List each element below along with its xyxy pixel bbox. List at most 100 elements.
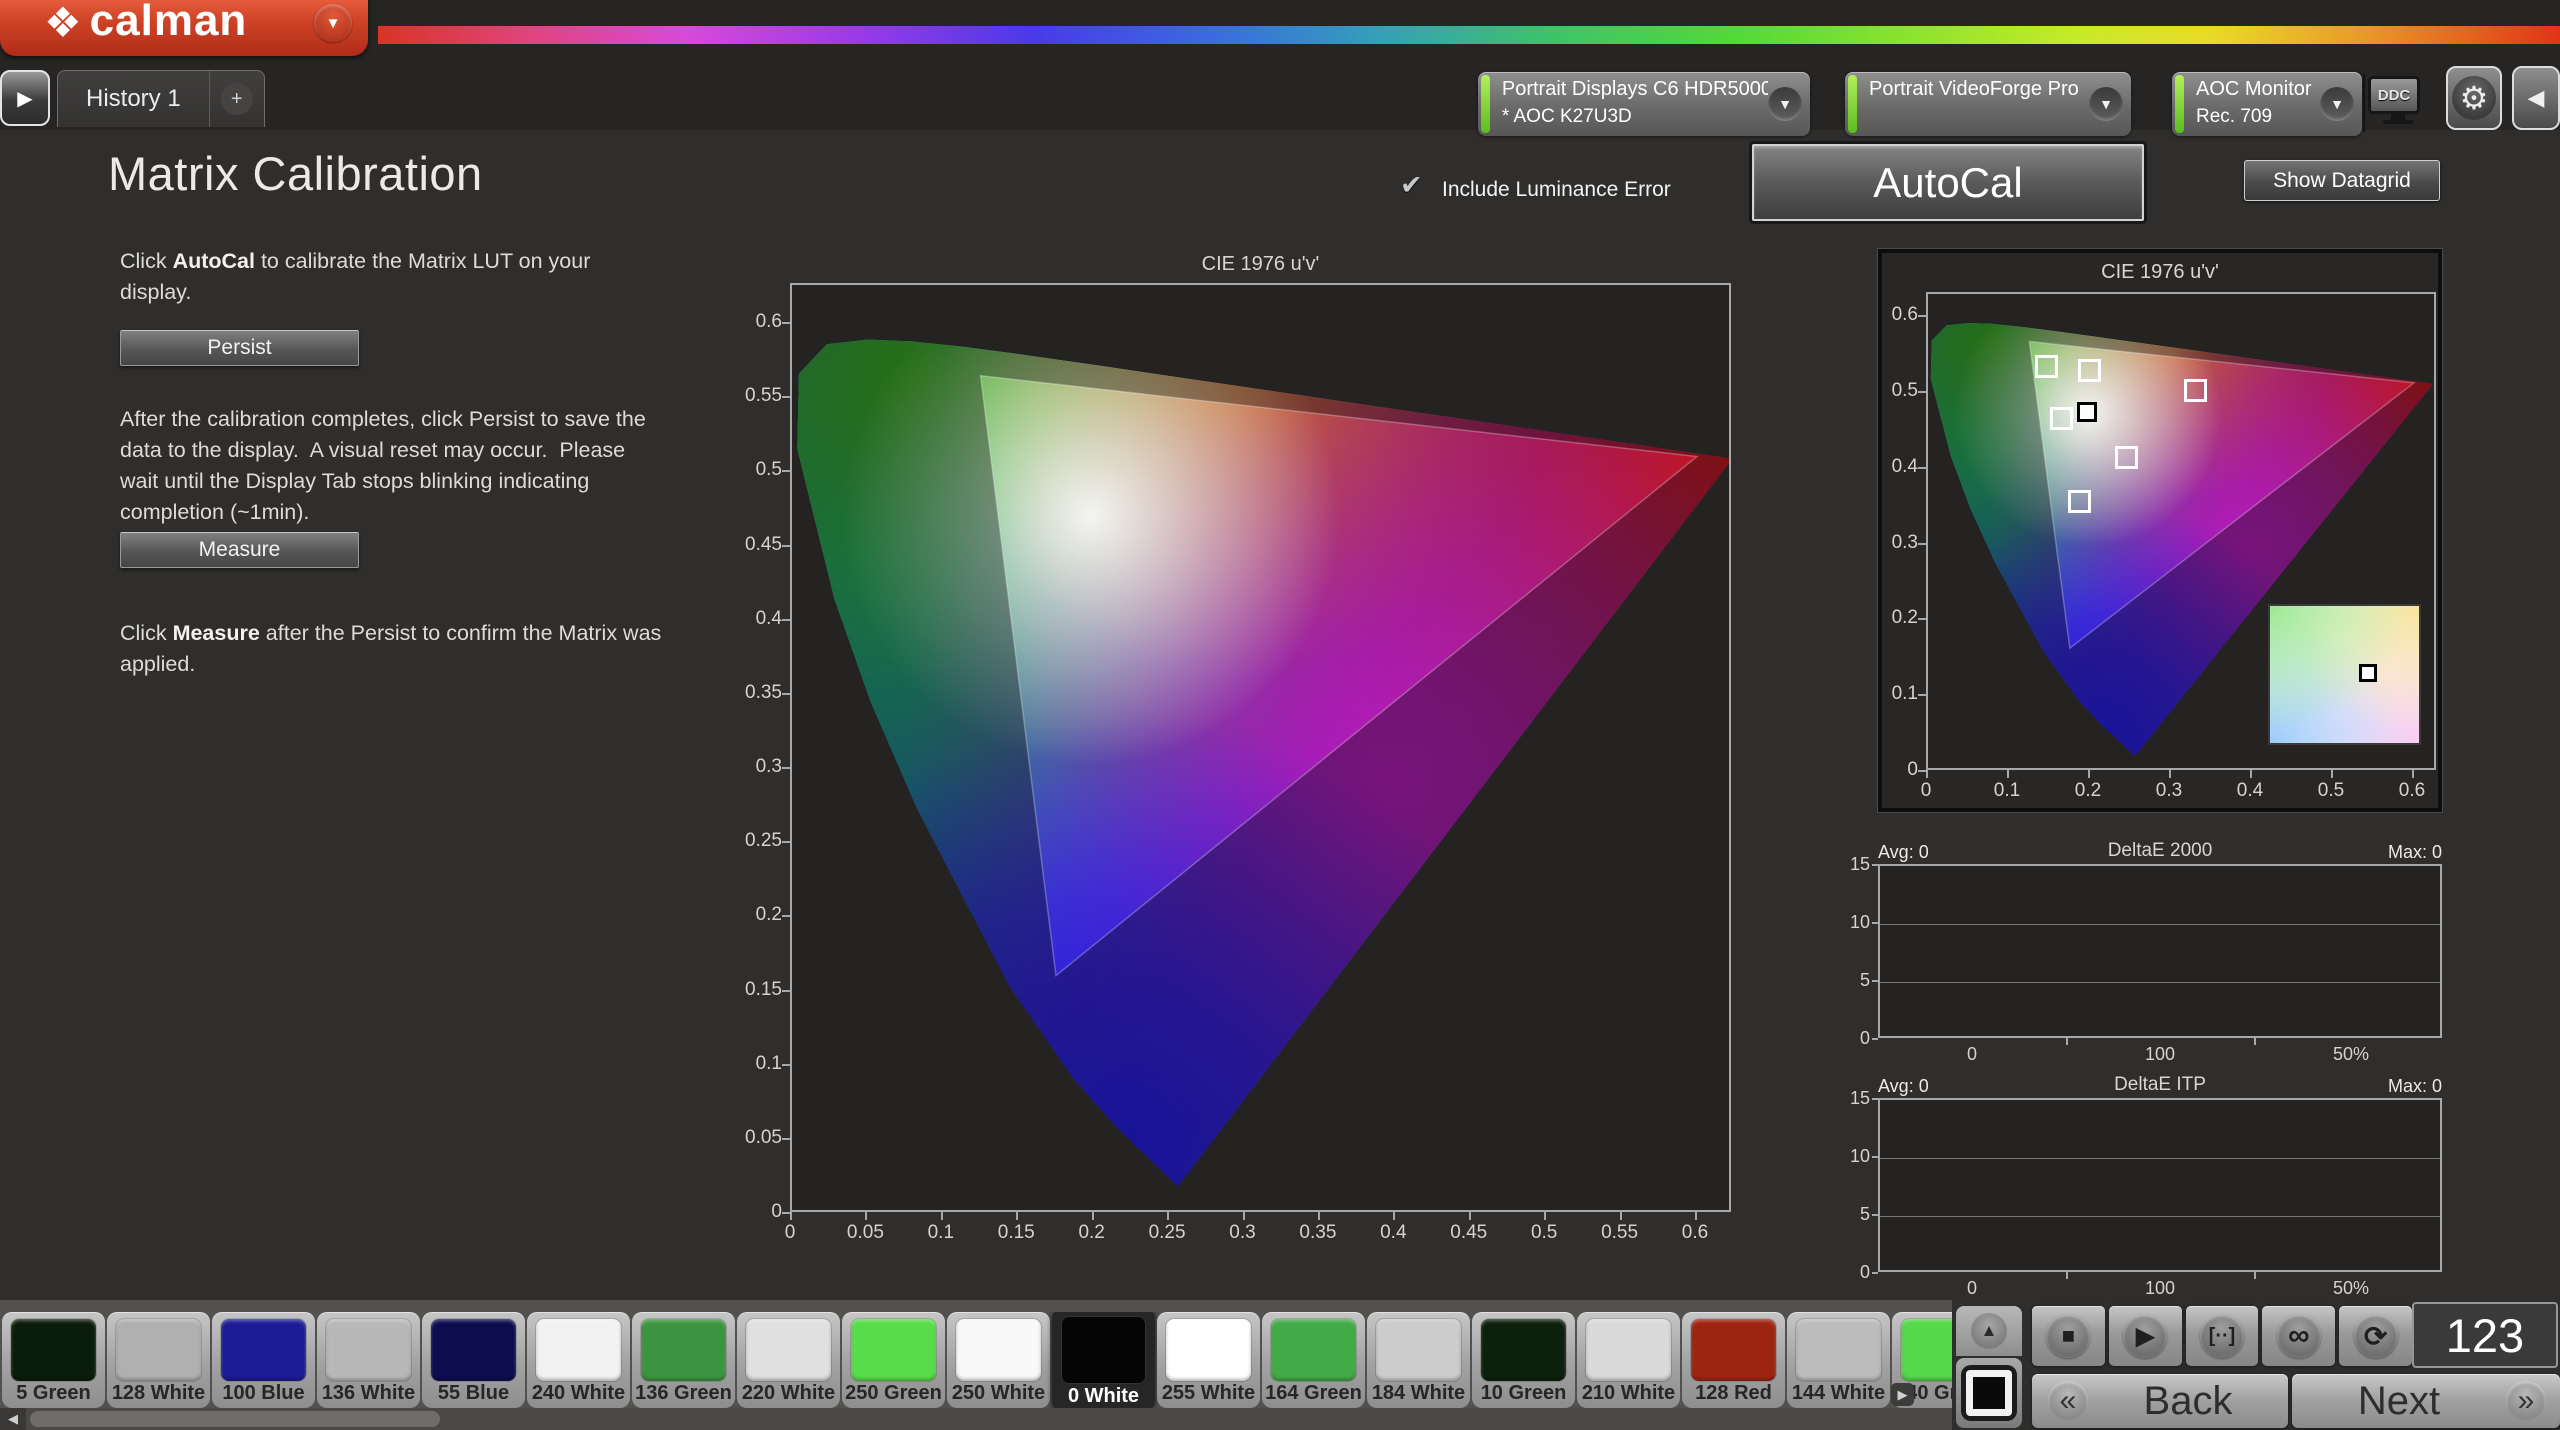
pattern-color-chip <box>221 1319 306 1381</box>
divider <box>2363 74 2365 132</box>
pattern-window-button[interactable] <box>1956 1358 2022 1428</box>
x-tick-label: 0.2 <box>1078 1222 1105 1243</box>
back-button[interactable]: « Back <box>2032 1374 2288 1428</box>
gear-icon: ⚙ <box>2452 76 2496 120</box>
autocal-button[interactable]: AutoCal <box>1752 144 2144 221</box>
y-tick-label: 0.4 <box>1891 455 1918 477</box>
pattern-label: 240 White <box>531 1382 626 1404</box>
pattern-tile[interactable]: 5 Green <box>2 1312 105 1408</box>
play-button-icon: ▶ <box>2123 1314 2168 1358</box>
y-tick-label: 0.15 <box>745 978 782 1000</box>
y-tick-label: 0.05 <box>745 1126 782 1148</box>
y-tick-label: 0.3 <box>755 756 782 777</box>
deltae-itp-panel <box>1878 1098 2442 1272</box>
persist-button[interactable]: Persist <box>120 330 359 366</box>
calman-window: ❖ calman ▼ ▶ History 1 + Portrait Displa… <box>0 0 2560 1430</box>
show-datagrid-button[interactable]: Show Datagrid <box>2244 160 2440 201</box>
meter-dropdown[interactable]: Portrait Displays C6 HDR5000 * AOC K27U3D… <box>1478 72 1810 136</box>
x-tick-label: 0 <box>1966 1278 1977 1298</box>
x-tick-label: 0.35 <box>1299 1222 1337 1243</box>
pattern-label: 164 Green <box>1265 1382 1362 1404</box>
pattern-tile[interactable]: 184 White <box>1367 1312 1470 1408</box>
pattern-label: 250 Green <box>845 1382 942 1404</box>
scroll-left-arrow-icon[interactable]: ◀ <box>0 1408 26 1430</box>
continuous-button[interactable]: ∞ <box>2262 1306 2336 1366</box>
expand-sidebar-button[interactable]: ▶ <box>0 70 50 126</box>
next-button[interactable]: Next » <box>2292 1374 2560 1428</box>
pattern-tile[interactable]: 136 Green <box>632 1312 735 1408</box>
chevron-left-icon: ◀ <box>2527 85 2545 110</box>
play-button[interactable]: ▶ <box>2108 1306 2182 1366</box>
tab-history-1[interactable]: History 1 + <box>57 70 265 127</box>
pattern-color-chip <box>1376 1319 1461 1381</box>
continuous-button-icon: ∞ <box>2276 1314 2321 1358</box>
pattern-color-chip <box>956 1319 1041 1381</box>
main-cie-chart <box>790 283 1733 1212</box>
pattern-tile[interactable]: 250 White <box>947 1312 1050 1408</box>
step-range-button-icon: [··] <box>2199 1314 2244 1358</box>
whitepoint-inset <box>2268 604 2421 745</box>
chevrons-left-icon: « <box>2048 1381 2088 1421</box>
calman-menu-chevron-icon[interactable]: ▼ <box>314 4 352 42</box>
stop-button[interactable]: ■ <box>2032 1306 2105 1366</box>
pattern-tile[interactable]: 164 Green <box>1262 1312 1365 1408</box>
pattern-tile[interactable]: 136 White <box>317 1312 420 1408</box>
add-tab-button[interactable]: + <box>208 71 264 127</box>
horizontal-scrollbar[interactable]: ◀ <box>0 1408 1952 1430</box>
collapse-panel-button[interactable]: ◀ <box>2512 66 2560 130</box>
pattern-panel-expand-button[interactable]: ▲ <box>1956 1306 2022 1356</box>
pattern-tile[interactable]: 220 White <box>737 1312 840 1408</box>
target-marker <box>2078 358 2102 382</box>
pattern-color-chip <box>1691 1319 1776 1381</box>
calman-menu-button[interactable]: ❖ calman ▼ <box>0 0 368 56</box>
pattern-tile[interactable]: 55 Blue <box>422 1312 525 1408</box>
pattern-tile[interactable]: 255 White <box>1157 1312 1260 1408</box>
x-tick-label: 0 <box>1966 1044 1977 1064</box>
calman-logo-text: calman <box>89 0 248 45</box>
pattern-tile[interactable]: 10 Green <box>1472 1312 1575 1408</box>
pattern-tile[interactable]: 144 White <box>1787 1312 1890 1408</box>
settings-button[interactable]: ⚙ <box>2446 66 2502 130</box>
source-dropdown[interactable]: Portrait VideoForge Pro ▼ <box>1845 72 2131 136</box>
pattern-tile[interactable]: 128 White <box>107 1312 210 1408</box>
x-tick-label: 0 <box>1920 780 1932 801</box>
pattern-label: 250 White <box>951 1382 1046 1404</box>
pattern-label: 128 Red <box>1695 1382 1772 1404</box>
x-tick-label: 100 <box>2144 1044 2176 1064</box>
y-tick-label: 0 <box>1907 759 1918 780</box>
swatch-scroll-right-button[interactable]: ▶ <box>1891 1383 1914 1406</box>
y-tick-label: 0.3 <box>1891 531 1918 553</box>
pattern-color-chip <box>641 1319 726 1381</box>
x-tick-label: 0.45 <box>1450 1222 1488 1243</box>
pattern-tile[interactable]: 240 White <box>527 1312 630 1408</box>
x-tick-label: 0.4 <box>2236 780 2264 801</box>
measure-button[interactable]: Measure <box>120 532 359 568</box>
y-tick-label: 0.1 <box>755 1052 782 1074</box>
pattern-tile[interactable]: 100 Blue <box>212 1312 315 1408</box>
rainbow-strip <box>378 26 2560 44</box>
repeat-button[interactable]: ⟳ <box>2339 1306 2412 1366</box>
y-tick-label: 5 <box>1859 970 1870 990</box>
main-cie-chart-title: CIE 1976 u'v' <box>1201 253 1320 275</box>
pattern-tile[interactable]: 128 Red <box>1682 1312 1785 1408</box>
step-range-button[interactable]: [··] <box>2185 1306 2259 1366</box>
deltae-2000-panel <box>1878 864 2442 1038</box>
display-dropdown[interactable]: AOC Monitor Rec. 709 ▼ <box>2172 72 2362 136</box>
max-value: Max: 0 <box>2387 1076 2442 1096</box>
pattern-color-chip <box>1061 1316 1146 1384</box>
x-tick-label: 0.4 <box>1380 1222 1407 1243</box>
ddc-button[interactable]: DDC <box>2368 76 2428 132</box>
repeat-button-icon: ⟳ <box>2353 1314 2398 1358</box>
pattern-label: 136 Green <box>635 1382 732 1404</box>
y-tick-label: 0 <box>1859 1262 1870 1282</box>
y-tick-label: 0.5 <box>755 459 782 481</box>
scrollbar-thumb[interactable] <box>30 1411 440 1427</box>
y-tick-label: 0 <box>1859 1028 1870 1048</box>
whitepoint-marker <box>2077 402 2098 423</box>
y-tick-label: 10 <box>1849 1146 1870 1166</box>
include-luminance-checkbox[interactable]: ✔ <box>1400 170 1423 201</box>
pattern-tile[interactable]: 250 Green <box>842 1312 945 1408</box>
pattern-tile-selected[interactable]: 0 White <box>1052 1312 1155 1408</box>
pattern-tile[interactable]: 210 White <box>1577 1312 1680 1408</box>
x-tick-label: 50% <box>2332 1278 2370 1298</box>
